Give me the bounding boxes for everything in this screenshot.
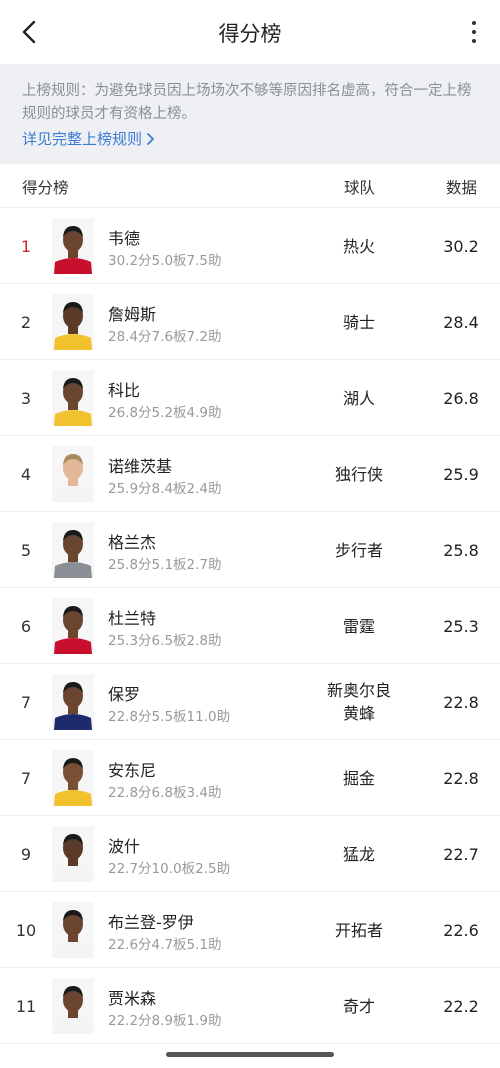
player-name: 波什 (108, 837, 141, 856)
rank-number: 3 (20, 388, 32, 408)
team-name: 骑士 (342, 312, 375, 332)
player-row[interactable]: 1 韦德 30.2分5.0板7.5助 热火 30.2 (0, 208, 500, 284)
table-header: 得分榜 球队 数据 (0, 164, 500, 208)
team-name: 开拓者 (334, 920, 383, 940)
rank-number: 1 (20, 236, 32, 256)
player-row[interactable]: 3 科比 26.8分5.2板4.9助 湖人 26.8 (0, 360, 500, 436)
rank-number: 5 (20, 540, 32, 560)
chevron-right-icon (147, 133, 154, 145)
player-stats: 25.8分5.1板2.7助 (108, 557, 222, 573)
home-indicator[interactable] (166, 1052, 334, 1057)
stat-value: 22.8 (443, 768, 479, 788)
player-name: 杜兰特 (108, 609, 157, 628)
player-row[interactable]: 11 贾米森 22.2分8.9板1.9助 奇才 22.2 (0, 968, 500, 1044)
team-name: 奇才 (342, 996, 375, 1016)
player-name: 布兰登-罗伊 (108, 913, 194, 932)
rank-number: 6 (20, 616, 32, 636)
player-stats: 25.3分6.5板2.8助 (108, 633, 222, 649)
player-name: 格兰杰 (108, 533, 157, 552)
player-row[interactable]: 9 波什 22.7分10.0板2.5助 猛龙 22.7 (0, 816, 500, 892)
team-name: 热火 (342, 236, 375, 256)
rules-link[interactable]: 详见完整上榜规则 (22, 128, 156, 150)
stat-value: 25.3 (443, 616, 479, 636)
player-row[interactable]: 7 保罗 22.8分5.5板11.0助 新奥尔良 黄蜂 22.8 (0, 664, 500, 740)
player-avatar (52, 522, 94, 578)
player-row[interactable]: 10 布兰登-罗伊 22.6分4.7板5.1助 开拓者 22.6 (0, 892, 500, 968)
player-stats: 25.9分8.4板2.4助 (108, 481, 222, 497)
team-name: 雷霆 (342, 616, 375, 636)
rules-link-label: 详见完整上榜规则 (22, 130, 143, 148)
player-avatar (52, 750, 94, 806)
stat-value: 28.4 (443, 312, 479, 332)
stat-value: 22.7 (443, 844, 479, 864)
player-stats: 22.7分10.0板2.5助 (108, 861, 231, 877)
player-stats: 30.2分5.0板7.5助 (108, 253, 222, 269)
column-header-rank: 得分榜 (22, 179, 69, 197)
stat-value: 30.2 (443, 236, 479, 256)
more-vertical-icon (472, 21, 476, 25)
rank-number: 7 (20, 692, 32, 712)
player-stats: 22.2分8.9板1.9助 (108, 1013, 222, 1029)
player-name: 詹姆斯 (108, 305, 157, 324)
player-stats: 22.6分4.7板5.1助 (108, 937, 222, 953)
rank-number: 9 (20, 844, 32, 864)
rank-number: 11 (15, 996, 37, 1016)
top-nav-bar: 得分榜 (0, 0, 500, 64)
page-title: 得分榜 (218, 22, 282, 46)
player-avatar (52, 446, 94, 502)
player-stats: 22.8分5.5板11.0助 (108, 709, 231, 725)
player-list: 1 韦德 30.2分5.0板7.5助 热火 30.2 2 詹姆斯 28.4分7.6板7.2助 骑… (0, 208, 500, 1044)
stat-value: 22.2 (443, 996, 479, 1016)
column-header-team: 球队 (344, 179, 376, 197)
player-row[interactable]: 7 安东尼 22.8分6.8板3.4助 掘金 22.8 (0, 740, 500, 816)
player-name: 韦德 (108, 229, 141, 248)
more-button[interactable] (462, 16, 486, 48)
stat-value: 25.8 (443, 540, 479, 560)
player-name: 安东尼 (108, 761, 157, 780)
player-avatar (52, 218, 94, 274)
team-name: 步行者 (334, 540, 383, 560)
player-row[interactable]: 2 詹姆斯 28.4分7.6板7.2助 骑士 28.4 (0, 284, 500, 360)
rank-number: 2 (20, 312, 32, 332)
player-avatar (52, 674, 94, 730)
player-stats: 28.4分7.6板7.2助 (108, 329, 222, 345)
rank-number: 10 (15, 920, 37, 940)
player-row[interactable]: 5 格兰杰 25.8分5.1板2.7助 步行者 25.8 (0, 512, 500, 588)
team-name: 猛龙 (342, 844, 375, 864)
column-header-data: 数据 (446, 179, 478, 197)
player-name: 贾米森 (108, 989, 157, 1008)
player-row[interactable]: 6 杜兰特 25.3分6.5板2.8助 雷霆 25.3 (0, 588, 500, 664)
player-name: 保罗 (108, 685, 141, 704)
rules-text: 上榜规则：为避免球员因上场场次不够等原因排名虚高，符合一定上榜规则的球员才有资格… (22, 83, 472, 122)
player-avatar (52, 598, 94, 654)
team-name: 掘金 (342, 768, 375, 788)
rules-banner: 上榜规则：为避免球员因上场场次不够等原因排名虚高，符合一定上榜规则的球员才有资格… (0, 64, 500, 164)
player-stats: 22.8分6.8板3.4助 (108, 785, 222, 801)
stat-value: 25.9 (443, 464, 479, 484)
stat-value: 26.8 (443, 388, 479, 408)
player-avatar (52, 294, 94, 350)
player-avatar (52, 370, 94, 426)
player-name: 科比 (108, 381, 141, 400)
player-avatar (52, 902, 94, 958)
player-name: 诺维茨基 (108, 457, 173, 476)
player-avatar (52, 978, 94, 1034)
rank-number: 4 (20, 464, 32, 484)
rank-number: 7 (20, 768, 32, 788)
player-row[interactable]: 4 诺维茨基 25.9分8.4板2.4助 独行侠 25.9 (0, 436, 500, 512)
team-name: 独行侠 (334, 464, 383, 484)
team-name: 新奥尔良 黄蜂 (326, 681, 391, 723)
stat-value: 22.6 (443, 920, 479, 940)
stat-value: 22.8 (443, 692, 479, 712)
team-name: 湖人 (342, 388, 375, 408)
player-avatar (52, 826, 94, 882)
player-stats: 26.8分5.2板4.9助 (108, 405, 222, 421)
